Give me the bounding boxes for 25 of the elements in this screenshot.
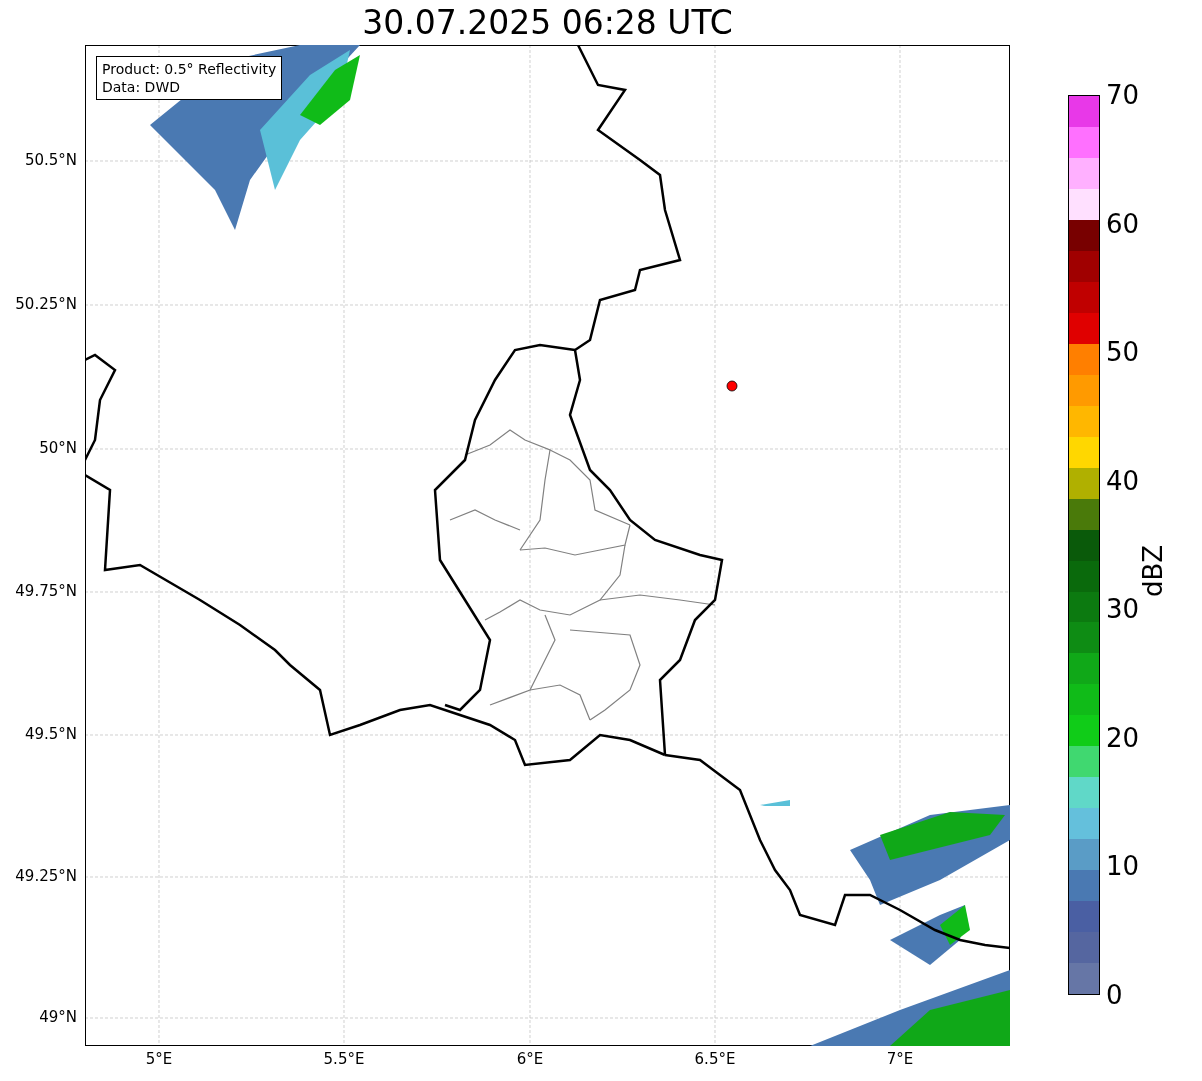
latitude-label: 50.5°N <box>24 153 77 168</box>
longitude-label: 7°E <box>886 1052 914 1067</box>
latitude-label: 49.75°N <box>15 584 77 599</box>
site-marker <box>726 380 738 392</box>
longitude-label: 6.5°E <box>694 1052 736 1067</box>
longitude-label: 5°E <box>145 1052 173 1067</box>
colorbar-tick-label: 10 <box>1106 850 1140 883</box>
colorbar-tick-label: 20 <box>1106 721 1140 754</box>
latitude-label: 49°N <box>39 1010 77 1025</box>
chart-title: 30.07.2025 06:28 UTC <box>361 6 734 39</box>
colorbar-tick-label: 0 <box>1106 978 1124 1011</box>
colorbar-tick-label: 60 <box>1106 207 1140 240</box>
colorbar-tick-label: 50 <box>1106 336 1140 369</box>
latitude-label: 50°N <box>39 441 77 456</box>
info-text: Product: 0.5° Reflectivity <box>102 60 277 78</box>
latitude-label: 49.5°N <box>24 727 77 742</box>
latitude-label: 50.25°N <box>15 297 77 312</box>
colorbar-tick-label: 40 <box>1106 464 1140 497</box>
colorbar-tick-label: 70 <box>1106 79 1140 111</box>
longitude-label: 6°E <box>516 1052 544 1067</box>
colorbar-tick-label: 30 <box>1106 593 1140 626</box>
latitude-label: 49.25°N <box>15 869 77 884</box>
colorbar-label: dBZ <box>1140 544 1167 597</box>
longitude-label: 5.5°E <box>323 1052 365 1067</box>
info-text: Data: DWD <box>102 78 181 96</box>
